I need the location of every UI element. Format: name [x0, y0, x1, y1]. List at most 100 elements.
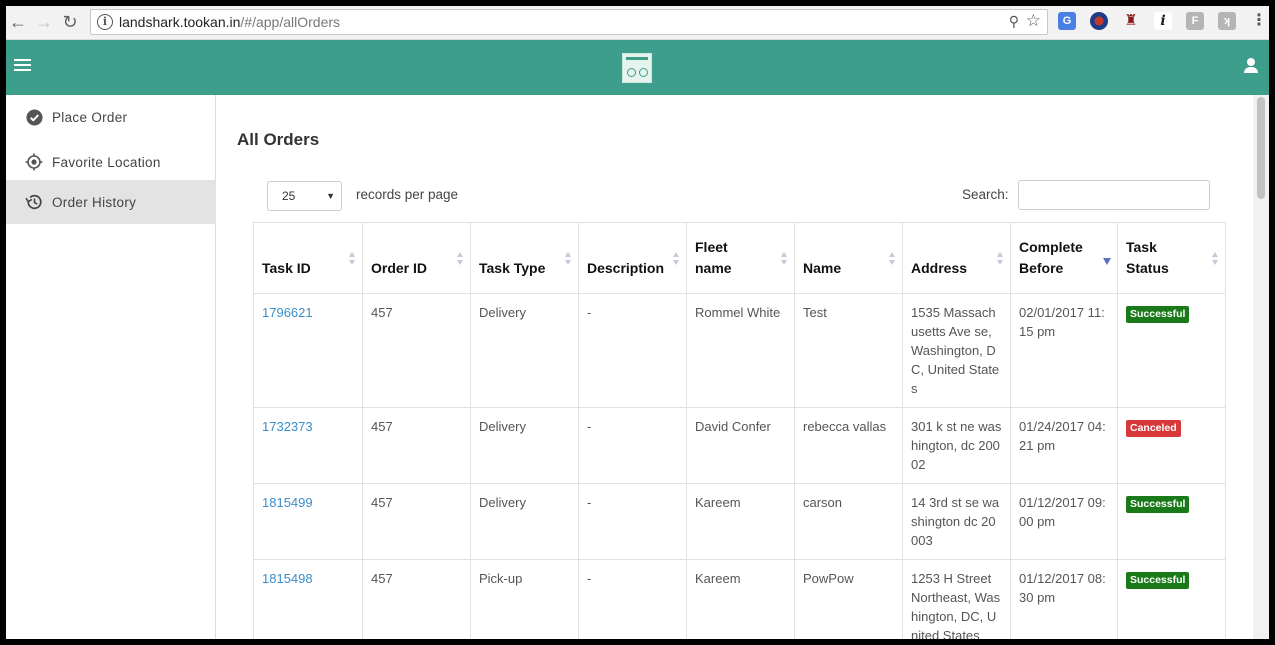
sidebar: Place Order Favorite Location Order Hist…: [6, 95, 216, 639]
column-header-fleet-name[interactable]: Fleet name: [686, 222, 795, 294]
column-header-label: Fleet: [695, 239, 728, 255]
sort-desc-icon: [1103, 252, 1111, 266]
sidebar-item-place-order[interactable]: Place Order: [6, 95, 216, 139]
cell-task-status: Successful: [1117, 293, 1226, 408]
column-header-task-status[interactable]: Task Status: [1117, 222, 1226, 294]
cell-order-id: 457: [362, 293, 471, 408]
cell-description: -: [578, 293, 687, 408]
spy-extension-icon[interactable]: ♜: [1122, 12, 1140, 30]
page-title: All Orders: [237, 130, 320, 149]
cell-fleet-name: Rommel White: [686, 293, 795, 408]
cell-order-id: 457: [362, 407, 471, 484]
column-header-label: Status: [1126, 260, 1169, 276]
table-row: 1815499 457 Delivery - Kareem carson 14 …: [253, 483, 1226, 560]
cell-description: -: [578, 407, 687, 484]
browser-menu-icon[interactable]: ⋮: [1250, 12, 1268, 30]
column-header-label: Task Type: [479, 260, 546, 276]
sort-icon: [457, 252, 463, 266]
cell-fleet-name: David Confer: [686, 407, 795, 484]
back-icon[interactable]: ←: [6, 10, 30, 34]
sort-icon: [349, 252, 355, 266]
sort-icon: [997, 252, 1003, 266]
hamburger-menu-icon[interactable]: [14, 59, 31, 72]
cell-order-id: 457: [362, 483, 471, 560]
forward-icon[interactable]: →: [32, 10, 56, 34]
star-icon[interactable]: ☆: [1026, 11, 1041, 31]
url-host: landshark.tookan.in: [119, 14, 241, 30]
column-header-description[interactable]: Description: [578, 222, 687, 294]
chevron-down-icon: ▼: [326, 191, 335, 201]
address-bar[interactable]: i landshark.tookan.in/#/app/allOrders ⚲ …: [90, 9, 1048, 35]
cell-description: -: [578, 483, 687, 560]
task-id-link[interactable]: 1732373: [262, 419, 313, 434]
column-header-label: Before: [1019, 260, 1064, 276]
flag-extension-icon[interactable]: [1090, 12, 1108, 30]
scrollbar-thumb[interactable]: [1257, 97, 1265, 199]
status-badge: Canceled: [1126, 420, 1181, 437]
translate-extension-icon[interactable]: G: [1058, 12, 1076, 30]
cell-complete-before: 01/12/2017 09:00 pm: [1010, 483, 1118, 560]
task-id-link[interactable]: 1815499: [262, 495, 313, 510]
sort-icon: [781, 252, 787, 266]
info-icon[interactable]: i: [97, 14, 113, 30]
column-header-label: Order ID: [371, 260, 428, 276]
column-header-label: Description: [587, 260, 665, 276]
page-scrollbar[interactable]: [1253, 95, 1269, 639]
status-badge: Successful: [1126, 306, 1190, 323]
history-icon: [25, 193, 43, 211]
cell-address: 301 k st ne washington, dc 20002: [902, 407, 1011, 484]
browser-window: ← → ↻ i landshark.tookan.in/#/app/allOrd…: [6, 6, 1269, 639]
cell-name: Test: [794, 293, 903, 408]
cell-complete-before: 01/12/2017 08:30 pm: [1010, 559, 1118, 639]
cell-name: carson: [794, 483, 903, 560]
table-row: 1815498 457 Pick-up - Kareem PowPow 1253…: [253, 559, 1226, 639]
cell-task-type: Pick-up: [470, 559, 579, 639]
table-row: 1732373 457 Delivery - David Confer rebe…: [253, 407, 1226, 484]
cell-task-type: Delivery: [470, 407, 579, 484]
cell-address: 14 3rd st se washington dc 20003: [902, 483, 1011, 560]
table-header-row: Task ID Order ID Task Type Description F…: [253, 222, 1226, 294]
cell-address: 1535 Massachusetts Ave se, Washington, D…: [902, 293, 1011, 408]
column-header-address[interactable]: Address: [902, 222, 1011, 294]
task-id-link[interactable]: 1815498: [262, 571, 313, 586]
brand-logo[interactable]: [622, 53, 652, 83]
status-badge: Successful: [1126, 572, 1190, 589]
cell-name: PowPow: [794, 559, 903, 639]
status-badge: Successful: [1126, 496, 1190, 513]
info-extension-icon[interactable]: i: [1154, 12, 1172, 30]
f-extension-icon[interactable]: F: [1186, 12, 1204, 30]
orders-table: Task ID Order ID Task Type Description F…: [253, 222, 1226, 639]
sidebar-item-favorite-location[interactable]: Favorite Location: [6, 140, 216, 184]
ninja-extension-icon[interactable]: ʞ: [1218, 12, 1236, 30]
column-header-complete-before[interactable]: Complete Before: [1010, 222, 1118, 294]
user-profile-icon[interactable]: [1243, 58, 1259, 74]
cell-task-status: Canceled: [1117, 407, 1226, 484]
cell-complete-before: 01/24/2017 04:21 pm: [1010, 407, 1118, 484]
url-text[interactable]: landshark.tookan.in/#/app/allOrders: [119, 14, 340, 30]
key-icon[interactable]: ⚲: [1009, 13, 1019, 30]
column-header-label: Task: [1126, 239, 1157, 255]
cell-task-status: Successful: [1117, 559, 1226, 639]
search-label: Search:: [962, 187, 1009, 202]
records-per-page-select[interactable]: 25 ▼: [267, 181, 342, 211]
task-id-link[interactable]: 1796621: [262, 305, 313, 320]
column-header-label: Task ID: [262, 260, 311, 276]
app-header: [6, 40, 1269, 95]
records-per-page-label: records per page: [356, 187, 459, 202]
sort-icon: [565, 252, 571, 266]
cell-task-id: 1732373: [253, 407, 363, 484]
main-content: All Orders 25 ▼ records per page Search:…: [217, 95, 1253, 639]
records-per-page-value: 25: [282, 189, 296, 203]
search-input[interactable]: [1018, 180, 1210, 210]
cell-name: rebecca vallas: [794, 407, 903, 484]
column-header-task-type[interactable]: Task Type: [470, 222, 579, 294]
cell-address: 1253 H Street Northeast, Washington, DC,…: [902, 559, 1011, 639]
cell-task-type: Delivery: [470, 483, 579, 560]
column-header-label: name: [695, 260, 732, 276]
check-circle-icon: [25, 108, 43, 126]
column-header-order-id[interactable]: Order ID: [362, 222, 471, 294]
reload-icon[interactable]: ↻: [58, 10, 82, 34]
column-header-task-id[interactable]: Task ID: [253, 222, 363, 294]
column-header-name[interactable]: Name: [794, 222, 903, 294]
sidebar-item-order-history[interactable]: Order History: [6, 180, 216, 224]
